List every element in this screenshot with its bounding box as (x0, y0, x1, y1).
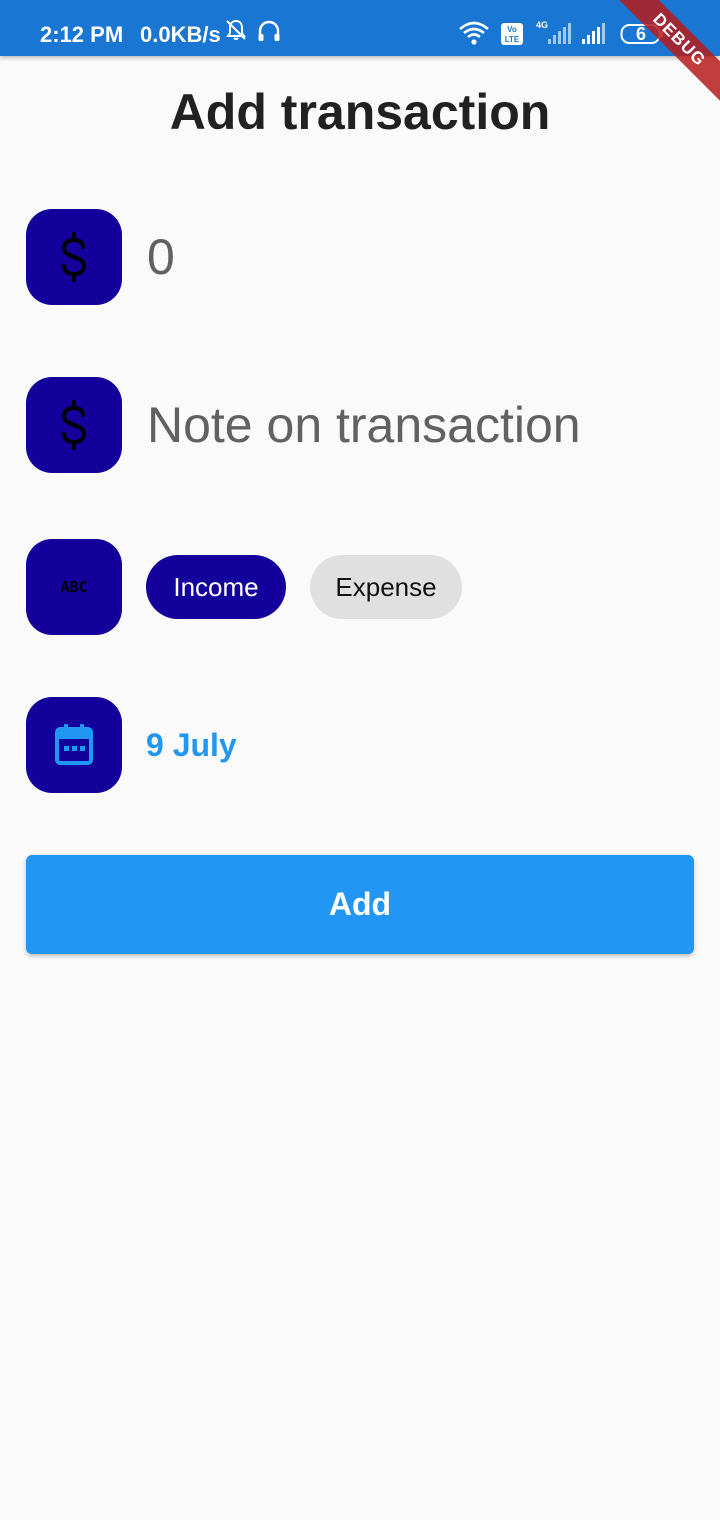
amount-input[interactable]: 0 (147, 227, 175, 287)
date-icon-box[interactable] (26, 697, 122, 793)
amount-icon-box (26, 209, 122, 305)
date-value[interactable]: 9 July (146, 727, 237, 763)
page-title: Add transaction (169, 84, 551, 140)
svg-text:LTE: LTE (505, 35, 520, 44)
svg-text:ABC: ABC (60, 578, 87, 596)
volte-icon: Vo LTE (500, 22, 524, 51)
note-input[interactable]: Note on transaction (147, 395, 581, 455)
status-time: 2:12 PM (40, 22, 124, 47)
date-row: 9 July (26, 697, 694, 793)
note-icon-box (26, 377, 122, 473)
headphones-icon (256, 18, 282, 49)
signal-icon (580, 18, 610, 51)
wifi-icon (458, 20, 490, 51)
type-icon-box: ABC (26, 539, 122, 635)
svg-text:Vo: Vo (507, 25, 517, 34)
add-button[interactable]: Add (26, 855, 694, 954)
type-row: ABC Income Expense (26, 539, 694, 635)
dollar-icon (61, 400, 87, 450)
network-speed: 0.0KB/s (140, 22, 221, 47)
bell-off-icon (224, 18, 248, 47)
calendar-icon (55, 724, 93, 765)
svg-text:4G: 4G (536, 20, 548, 30)
signal-4g-icon: 4G (534, 18, 574, 51)
amount-row: 0 (26, 209, 694, 305)
dollar-icon (61, 232, 87, 282)
expense-chip[interactable]: Expense (310, 555, 462, 619)
note-row: Note on transaction (26, 377, 694, 473)
abc-icon: ABC (60, 578, 87, 596)
income-chip[interactable]: Income (146, 555, 286, 619)
status-bar: 2:12 PM 0.0KB/s Vo LTE 4G 6 (0, 0, 720, 56)
